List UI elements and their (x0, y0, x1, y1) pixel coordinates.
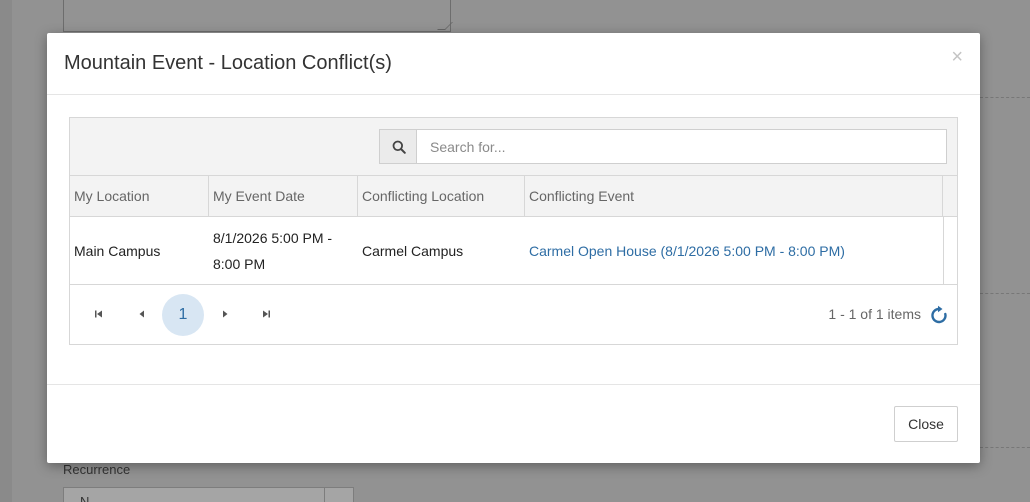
recurrence-select-value: N... (80, 494, 101, 502)
next-page-button[interactable] (214, 303, 236, 325)
conflict-grid: My Location My Event Date Conflicting Lo… (69, 117, 958, 345)
column-header-conflicting-location[interactable]: Conflicting Location (358, 176, 525, 216)
recurrence-label: Recurrence (63, 462, 131, 477)
cell-my-event-date: 8/1/2026 5:00 PM - 8:00 PM (213, 229, 333, 272)
column-header-my-location[interactable]: My Location (70, 176, 209, 216)
recurrence-select-divider (324, 487, 325, 502)
table-row: Main Campus 8/1/2026 5:00 PM - 8:00 PM C… (70, 217, 957, 285)
pager-info: 1 - 1 of 1 items (828, 306, 921, 322)
pager: 1 1 - 1 of 1 items (70, 285, 957, 344)
background-textarea (63, 0, 451, 32)
refresh-button[interactable] (929, 305, 949, 325)
conflict-modal: Mountain Event - Location Conflict(s) × … (47, 33, 980, 463)
next-page-icon (223, 310, 228, 318)
modal-header: Mountain Event - Location Conflict(s) × (47, 33, 980, 95)
conflicting-event-link[interactable]: Carmel Open House (8/1/2026 5:00 PM - 8:… (529, 238, 845, 264)
recurrence-select (63, 487, 354, 502)
grid-header: My Location My Event Date Conflicting Lo… (70, 176, 957, 217)
background-divider (980, 97, 1030, 98)
current-page-button[interactable]: 1 (162, 294, 204, 336)
background-divider (980, 447, 1030, 448)
close-button[interactable]: Close (894, 406, 958, 442)
cell-conflicting-location: Carmel Campus (362, 242, 464, 259)
last-page-icon (263, 310, 270, 318)
search-icon (392, 140, 406, 154)
search-button[interactable] (379, 129, 417, 164)
close-icon[interactable]: × (951, 47, 963, 67)
search-input[interactable] (416, 129, 947, 164)
refresh-icon (931, 305, 947, 324)
cell-my-location: Main Campus (74, 242, 161, 259)
background-divider (980, 293, 1030, 294)
grid-scrollbar[interactable] (943, 217, 957, 284)
prev-page-icon (139, 310, 144, 318)
last-page-button[interactable] (255, 303, 277, 325)
cell-conflicting-event: Carmel Open House (8/1/2026 5:00 PM - 8:… (525, 217, 943, 284)
grid-toolbar (70, 118, 957, 176)
column-header-my-event-date[interactable]: My Event Date (209, 176, 358, 216)
first-page-button[interactable] (88, 303, 110, 325)
prev-page-button[interactable] (131, 303, 153, 325)
first-page-icon (95, 310, 102, 318)
modal-title: Mountain Event - Location Conflict(s) (64, 52, 392, 74)
modal-footer: Close (47, 384, 980, 463)
column-header-conflicting-event[interactable]: Conflicting Event (525, 176, 943, 216)
